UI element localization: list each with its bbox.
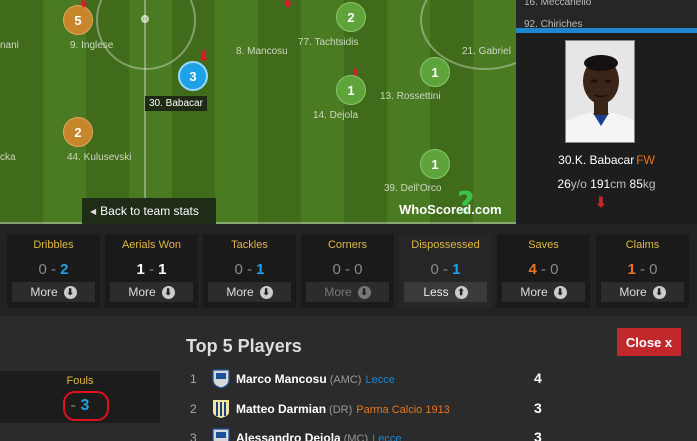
back-arrow-icon: ◀ — [90, 206, 97, 216]
top-players-section: Fouls - 3 Top 5 Players Close x 1 Marco … — [0, 316, 697, 441]
table-row[interactable]: 3 Alessandro Deiola (MC) Lecce 3 — [186, 427, 546, 441]
parma-crest-icon — [213, 400, 229, 418]
stat-label: Corners — [327, 239, 368, 251]
stat-tiles-row: Dribbles 0 - 2 More ⬇ Aerials Won 1 - 1 M… — [0, 224, 697, 316]
player-name[interactable]: Marco Mancosu (AMC) Lecce — [236, 372, 395, 386]
player-label-dejola: 14. Dejola — [313, 110, 359, 121]
less-button[interactable]: Less ⬆ — [404, 282, 487, 302]
player-label-gabriel: 21. Gabriel — [462, 46, 511, 57]
more-button[interactable]: More ⬇ — [502, 282, 585, 302]
player-score: 3 — [534, 400, 542, 416]
table-row[interactable]: 2 Matteo Darmian (DR) Parma Calcio 1913 3 — [186, 398, 546, 420]
stat-tile-dribbles: Dribbles 0 - 2 More ⬇ — [7, 234, 100, 308]
more-button[interactable]: More ⬇ — [601, 282, 684, 302]
player-label-rossettini: 13. Rossettini — [380, 91, 441, 102]
stat-tile-aerials-won: Aerials Won 1 - 1 More ⬇ — [105, 234, 198, 308]
stat-tile-saves: Saves 4 - 0 More ⬇ — [497, 234, 590, 308]
player-name: 30.K. Babacar FW — [558, 153, 655, 167]
player-physical-info: 26y/o 191cm 85kg — [557, 177, 656, 191]
back-to-team-stats-button[interactable]: ◀ Back to team stats — [82, 198, 216, 224]
player-marker-babacar[interactable]: 3 — [178, 61, 208, 91]
player-label-babacar[interactable]: 30. Babacar — [145, 96, 207, 111]
more-button[interactable]: More ⬇ — [306, 282, 389, 302]
player-score: 3 — [534, 429, 542, 441]
stat-tile-corners: Corners 0 - 0 More ⬇ — [301, 234, 394, 308]
stat-label: Dispossessed — [411, 239, 480, 251]
stat-label: Claims — [625, 239, 660, 251]
stat-label: Tackles — [231, 239, 268, 251]
chevron-down-icon: ⬇ — [652, 285, 666, 299]
stat-value: 1 - 0 — [627, 261, 658, 278]
back-button-label: Back to team stats — [100, 204, 199, 218]
list-item[interactable]: 92. Chiriches — [524, 19, 582, 28]
player-marker-dellorco[interactable]: 1 — [420, 149, 450, 179]
sub-off-icon: ⬇ — [282, 0, 294, 10]
table-row[interactable]: 1 Marco Mancosu (AMC) Lecce 4 — [186, 368, 546, 390]
player-label-kulusevski: 44. Kulusevski — [67, 152, 132, 163]
player-label-left-mid: cka — [0, 152, 16, 163]
whoscored-logo: ? WhoScored.com — [399, 186, 511, 221]
player-list-scroll[interactable]: 16. Meccariello 92. Chiriches — [516, 0, 697, 28]
stat-tile-dispossessed: Dispossessed 0 - 1 Less ⬆ — [399, 234, 492, 308]
rank: 2 — [190, 402, 197, 416]
chevron-down-icon: ⬇ — [259, 285, 273, 299]
stat-tile-claims: Claims 1 - 0 More ⬇ — [596, 234, 689, 308]
player-photo — [565, 40, 635, 143]
more-button[interactable]: More ⬇ — [110, 282, 193, 302]
rank: 3 — [190, 431, 197, 441]
lecce-crest-icon — [212, 428, 230, 441]
player-marker-kulusevski[interactable]: 2 — [63, 117, 93, 147]
stat-label: Fouls — [66, 375, 94, 387]
stat-value: 0 - 1 — [234, 261, 265, 278]
list-item[interactable]: 16. Meccariello — [524, 0, 591, 8]
player-name[interactable]: Alessandro Deiola (MC) Lecce — [236, 431, 402, 441]
player-marker-rossettini[interactable]: 1 — [420, 57, 450, 87]
pitch-view: 5 ⬇ 9. Inglese nani ⬇ 8. Mancosu 2 77. T… — [0, 0, 516, 224]
stat-label: Saves — [528, 239, 559, 251]
stat-value: 0 - 1 — [430, 261, 461, 278]
stat-value: 0 - 0 — [332, 261, 363, 278]
stat-label: Aerials Won — [121, 239, 182, 251]
player-score: 4 — [534, 370, 542, 386]
lecce-crest-icon — [212, 369, 230, 389]
player-label-tachtsidis: 77. Tachtsidis — [298, 37, 359, 48]
stat-tile-fouls: Fouls - 3 — [0, 371, 160, 423]
chevron-up-icon: ⬆ — [454, 285, 468, 299]
center-circle — [96, 0, 196, 70]
player-marker-dejola[interactable]: 1 — [336, 75, 366, 105]
stat-value: 0 - 2 — [38, 261, 69, 278]
player-label-left-top: nani — [0, 40, 19, 51]
rank: 1 — [190, 372, 197, 386]
chevron-down-icon: ⬇ — [357, 285, 371, 299]
top-players-title: Top 5 Players — [186, 336, 302, 356]
sub-off-icon: ⬇ — [595, 194, 607, 210]
selection-bar — [516, 28, 697, 33]
player-marker-tachtsidis[interactable]: 2 — [336, 2, 366, 32]
player-label-inglese: 9. Inglese — [70, 40, 114, 51]
center-spot — [141, 15, 149, 23]
stat-tile-tackles: Tackles 0 - 1 More ⬇ — [203, 234, 296, 308]
stat-value: 1 - 1 — [136, 261, 167, 278]
more-button[interactable]: More ⬇ — [12, 282, 95, 302]
player-name[interactable]: Matteo Darmian (DR) Parma Calcio 1913 — [236, 402, 450, 416]
chevron-down-icon: ⬇ — [553, 285, 567, 299]
chevron-down-icon: ⬇ — [161, 285, 175, 299]
chevron-down-icon: ⬇ — [63, 285, 77, 299]
close-button[interactable]: Close x — [617, 328, 681, 356]
stat-value: 4 - 0 — [528, 261, 559, 278]
logo-text: WhoScored.com — [399, 202, 502, 217]
stat-label: Dribbles — [33, 239, 74, 251]
sub-off-icon: ⬇ — [78, 0, 90, 10]
more-button[interactable]: More ⬇ — [208, 282, 291, 302]
red-circle-annotation — [63, 391, 109, 421]
player-label-mancosu: 8. Mancosu — [236, 46, 288, 57]
player-detail-panel: 16. Meccariello 92. Chiriches 30.K. Baba… — [516, 0, 697, 224]
